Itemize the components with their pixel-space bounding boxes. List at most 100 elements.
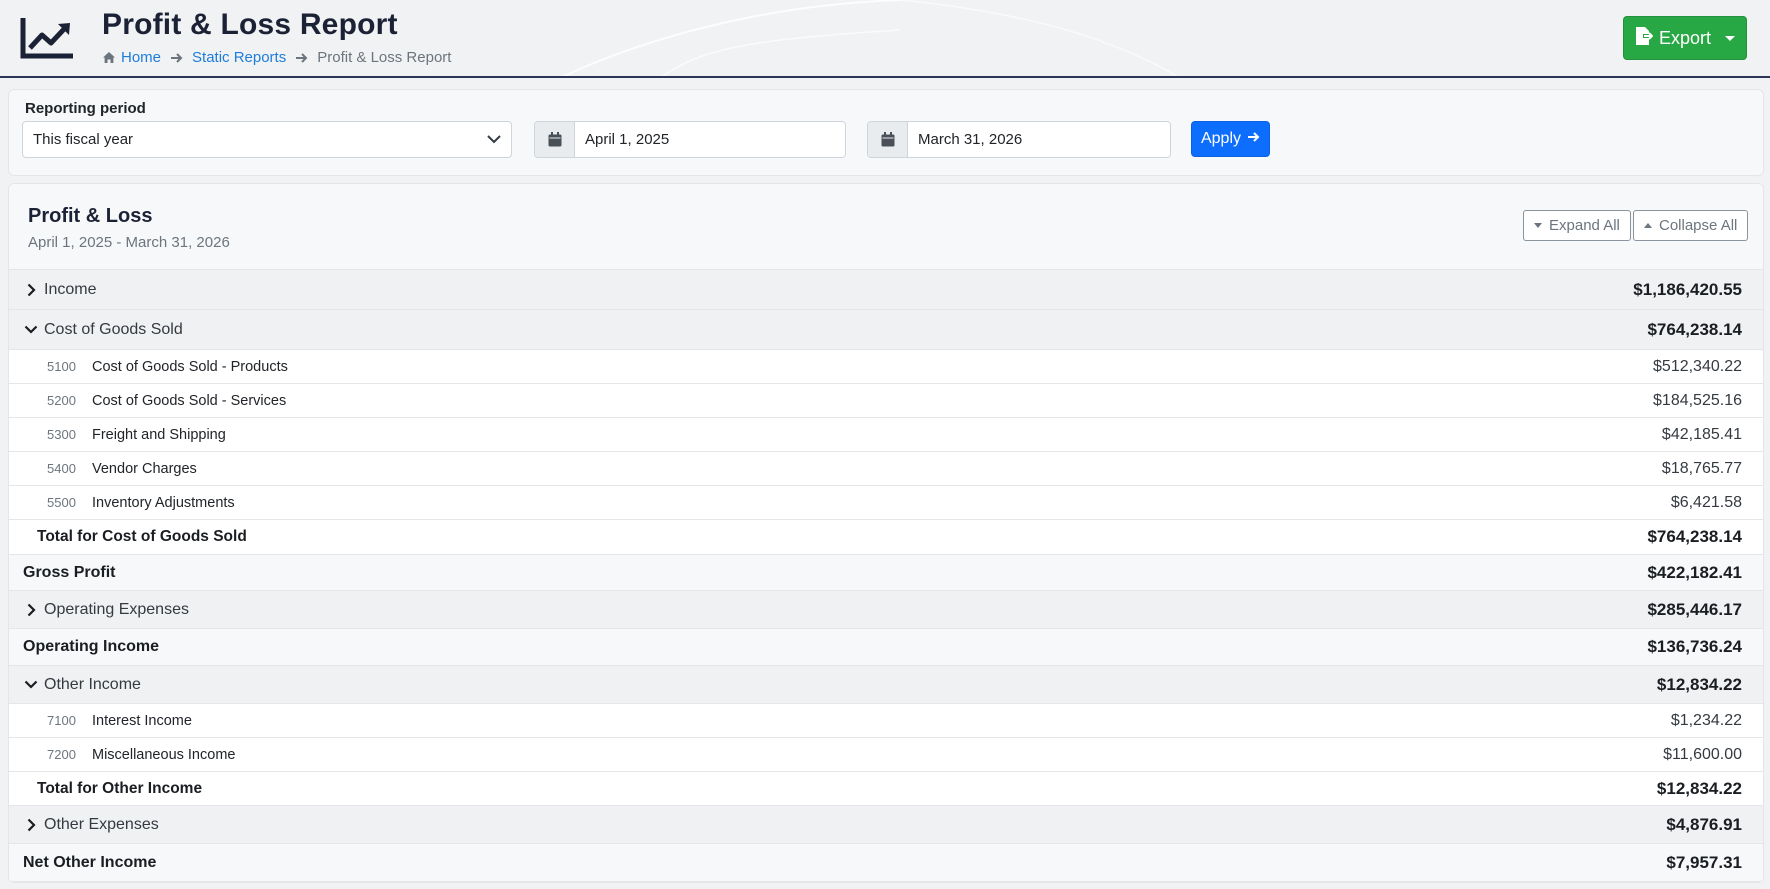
arrow-right-icon <box>295 52 308 64</box>
total-row: Total for Other Income $12,834.22 <box>9 772 1763 806</box>
expand-all-label: Expand All <box>1549 217 1620 234</box>
breadcrumb: Home Static Reports Profit & Loss Report <box>102 49 451 66</box>
section-label: Cost of Goods Sold <box>44 320 183 338</box>
total-label: Total for Cost of Goods Sold <box>37 528 247 545</box>
reporting-period-label: Reporting period <box>25 100 146 117</box>
total-label: Total for Other Income <box>37 779 203 797</box>
account-code: 5500 <box>47 495 76 510</box>
account-amount: $1,234.22 <box>1670 711 1742 729</box>
total-row: Total for Cost of Goods Sold $764,238.14 <box>9 520 1763 555</box>
table-row: 7200 Miscellaneous Income $11,600.00 <box>9 738 1763 772</box>
section-amount: $764,238.14 <box>1647 319 1742 339</box>
report-card: Profit & Loss April 1, 2025 - March 31, … <box>8 183 1764 883</box>
section-label: Operating Expenses <box>44 600 189 618</box>
section-amount: $1,186,420.55 <box>1633 279 1742 299</box>
arrow-right-icon <box>170 52 183 64</box>
section-operating-expenses[interactable]: Operating Expenses $285,446.17 <box>9 591 1763 629</box>
section-amount: $4,876.91 <box>1666 814 1742 834</box>
apply-label: Apply <box>1200 130 1242 147</box>
report-title: Profit & Loss <box>28 205 153 227</box>
arrow-right-icon <box>1247 130 1260 148</box>
summary-amount: $422,182.41 <box>1647 562 1742 582</box>
section-label: Income <box>44 280 97 298</box>
table-row: 5400 Vendor Charges $18,765.77 <box>9 452 1763 486</box>
account-amount: $18,765.77 <box>1661 459 1742 477</box>
account-code: 5300 <box>47 427 76 442</box>
total-amount: $764,238.14 <box>1647 527 1742 546</box>
summary-net-other-income: Net Other Income $7,957.31 <box>9 844 1763 882</box>
calendar-icon[interactable] <box>868 122 908 157</box>
breadcrumb-home-link[interactable]: Home <box>121 49 161 66</box>
table-row: 5500 Inventory Adjustments $6,421.58 <box>9 486 1763 520</box>
summary-operating-income: Operating Income $136,736.24 <box>9 629 1763 666</box>
page-title: Profit & Loss Report <box>102 8 398 41</box>
account-code: 5400 <box>47 461 76 476</box>
table-row: 5100 Cost of Goods Sold - Products $512,… <box>9 350 1763 384</box>
caret-down-icon <box>1725 35 1736 41</box>
collapse-all-button[interactable]: Collapse All <box>1633 210 1749 241</box>
account-amount: $184,525.16 <box>1653 391 1742 409</box>
export-label: Export <box>1658 27 1712 48</box>
section-label: Other Income <box>44 675 141 693</box>
summary-label: Operating Income <box>23 638 160 655</box>
summary-gross-profit: Gross Profit $422,182.41 <box>9 555 1763 591</box>
summary-label: Net Other Income <box>23 853 157 871</box>
calendar-icon[interactable] <box>535 122 575 157</box>
report-header: Profit & Loss April 1, 2025 - March 31, … <box>9 184 1763 270</box>
section-income[interactable]: Income $1,186,420.55 <box>9 270 1763 310</box>
reporting-period-select[interactable]: This fiscal year <box>22 121 512 158</box>
account-code: 5200 <box>47 393 76 408</box>
account-amount: $42,185.41 <box>1661 425 1742 443</box>
end-date-input[interactable] <box>908 122 1170 157</box>
page-header: Profit & Loss Report Home Static Reports… <box>0 0 1770 78</box>
section-other-expenses[interactable]: Other Expenses $4,876.91 <box>9 806 1763 844</box>
breadcrumb-static-reports-link[interactable]: Static Reports <box>192 49 286 66</box>
breadcrumb-current: Profit & Loss Report <box>317 49 452 66</box>
caret-down-icon <box>1534 223 1542 228</box>
summary-amount: $136,736.24 <box>1647 637 1742 656</box>
table-row: 7100 Interest Income $1,234.22 <box>9 704 1763 738</box>
end-date-group <box>867 121 1171 158</box>
table-row: 5200 Cost of Goods Sold - Services $184,… <box>9 384 1763 418</box>
start-date-input[interactable] <box>575 122 845 157</box>
chevron-right-icon[interactable] <box>23 282 39 298</box>
account-code: 7100 <box>47 713 76 728</box>
section-cost-of-goods-sold[interactable]: Cost of Goods Sold $764,238.14 <box>9 310 1763 350</box>
export-button[interactable]: Export <box>1623 16 1747 60</box>
account-code: 7200 <box>47 747 76 762</box>
account-name: Cost of Goods Sold - Products <box>92 358 288 375</box>
caret-up-icon <box>1644 223 1652 228</box>
account-code: 5100 <box>47 359 76 374</box>
account-name: Inventory Adjustments <box>92 494 235 511</box>
report-table: Income $1,186,420.55 Cost of Goods Sold … <box>9 270 1763 882</box>
summary-amount: $7,957.31 <box>1666 852 1742 872</box>
chevron-down-icon <box>487 131 501 148</box>
apply-button[interactable]: Apply <box>1191 121 1270 157</box>
section-amount: $12,834.22 <box>1656 674 1742 694</box>
reporting-period-value: This fiscal year <box>33 131 134 148</box>
section-other-income[interactable]: Other Income $12,834.22 <box>9 666 1763 704</box>
account-name: Vendor Charges <box>92 460 197 477</box>
account-name: Interest Income <box>92 712 192 729</box>
account-name: Cost of Goods Sold - Services <box>92 392 287 409</box>
home-icon <box>102 51 116 64</box>
account-amount: $512,340.22 <box>1653 357 1742 375</box>
chevron-right-icon[interactable] <box>23 602 39 618</box>
chevron-down-icon[interactable] <box>23 677 39 693</box>
file-export-icon <box>1635 26 1654 51</box>
start-date-group <box>534 121 846 158</box>
collapse-all-label: Collapse All <box>1659 217 1738 234</box>
chevron-down-icon[interactable] <box>23 322 39 338</box>
section-label: Other Expenses <box>44 815 159 833</box>
section-amount: $285,446.17 <box>1647 599 1742 619</box>
expand-all-button[interactable]: Expand All <box>1523 210 1631 241</box>
report-date-range: April 1, 2025 - March 31, 2026 <box>28 234 230 251</box>
reporting-period-panel: Reporting period This fiscal year Apply <box>8 89 1764 176</box>
account-name: Miscellaneous Income <box>92 746 236 763</box>
account-amount: $11,600.00 <box>1663 745 1742 763</box>
chevron-right-icon[interactable] <box>23 817 39 833</box>
table-row: 5300 Freight and Shipping $42,185.41 <box>9 418 1763 452</box>
account-name: Freight and Shipping <box>92 426 226 443</box>
summary-label: Gross Profit <box>23 563 116 581</box>
account-amount: $6,421.58 <box>1670 493 1742 511</box>
